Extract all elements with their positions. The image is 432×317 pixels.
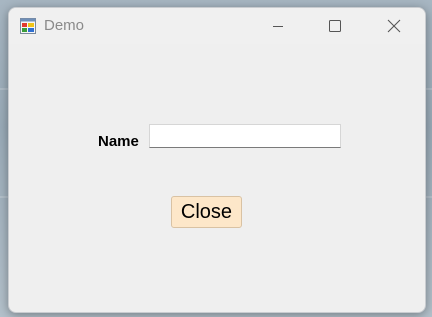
- minimize-button[interactable]: [255, 8, 301, 44]
- demo-window: Demo Name Close: [8, 7, 426, 313]
- name-label: Name: [98, 133, 139, 150]
- close-button[interactable]: Close: [171, 196, 242, 228]
- maximize-button[interactable]: [312, 8, 358, 44]
- title-bar[interactable]: Demo: [9, 8, 425, 44]
- maximize-icon: [329, 20, 341, 32]
- window-client-area: Name Close: [9, 44, 425, 312]
- close-icon: [387, 19, 401, 33]
- minimize-icon: [272, 20, 284, 32]
- app-window-icon[interactable]: [20, 18, 36, 34]
- close-window-button[interactable]: [371, 8, 417, 44]
- name-input[interactable]: [149, 124, 341, 148]
- window-title: Demo: [44, 17, 85, 34]
